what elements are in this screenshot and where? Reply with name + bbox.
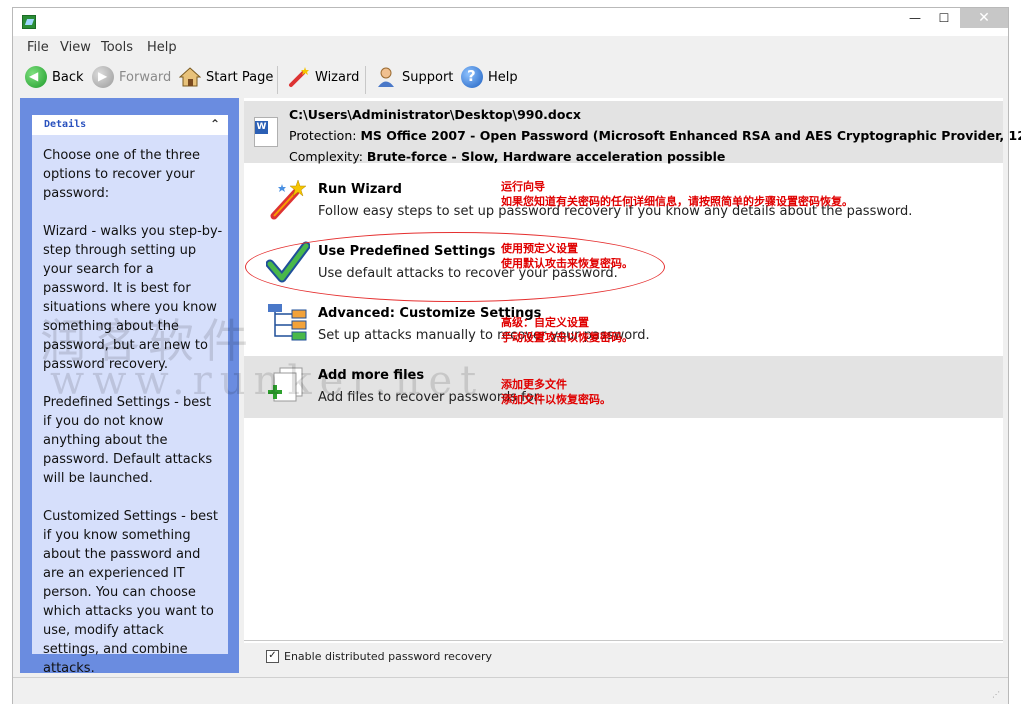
help-button[interactable]: Help [461, 63, 518, 91]
word-document-icon [254, 117, 278, 147]
help-question-icon [461, 66, 483, 88]
annotation-cn: 添加文件以恢复密码。 [501, 393, 611, 406]
complexity-line: Complexity: Brute-force - Slow, Hardware… [289, 149, 725, 164]
option-advanced-settings[interactable]: Advanced: Customize Settings Set up atta… [244, 294, 1003, 356]
menu-bar: File View Tools Help [13, 38, 1008, 58]
sidebar: Details ⌃ Choose one of the three option… [20, 98, 239, 676]
annotation-cn: 手动设置攻击以恢复密码。 [501, 331, 633, 344]
details-header[interactable]: Details ⌃ [32, 115, 228, 135]
option-title: Add more files [318, 368, 425, 383]
magic-wand-icon [288, 66, 310, 88]
distributed-recovery-label: Enable distributed password recovery [284, 650, 492, 663]
app-window: — ☐ ✕ File View Tools Help Back Forward … [12, 7, 1021, 704]
forward-button[interactable]: Forward [92, 63, 171, 91]
help-label: Help [488, 69, 518, 85]
protection-value: MS Office 2007 - Open Password (Microsof… [360, 128, 1021, 143]
wizard-button[interactable]: Wizard [288, 63, 359, 91]
protection-label: Protection: [289, 128, 361, 143]
minimize-button[interactable]: — [902, 8, 928, 28]
details-title: Details [44, 119, 87, 130]
complexity-label: Complexity: [289, 149, 367, 164]
maximize-button[interactable]: ☐ [931, 8, 957, 28]
details-panel: Details ⌃ Choose one of the three option… [32, 115, 228, 676]
menu-help[interactable]: Help [147, 40, 177, 55]
menu-tools[interactable]: Tools [101, 40, 133, 55]
file-info-panel: C:\Users\Administrator\Desktop\990.docx … [244, 101, 1021, 164]
wizard-label: Wizard [315, 69, 360, 85]
highlight-ellipse [245, 232, 665, 302]
complexity-value: Brute-force - Slow, Hardware acceleratio… [366, 149, 726, 164]
annotation-cn: 运行向导 [501, 180, 545, 193]
details-text: Choose one of the three options to recov… [43, 148, 223, 676]
magic-wand-icon [266, 178, 310, 222]
settings-list-icon [266, 302, 310, 346]
collapse-chevron-icon[interactable]: ⌃ [210, 117, 220, 131]
home-icon [178, 66, 202, 88]
back-arrow-icon [25, 66, 47, 88]
status-bar: ⋰ [13, 677, 1008, 704]
file-path: C:\Users\Administrator\Desktop\990.docx [289, 107, 581, 122]
support-person-icon [375, 66, 397, 88]
footer-divider [244, 640, 1003, 641]
menu-file[interactable]: File [27, 40, 49, 55]
forward-label: Forward [119, 69, 172, 85]
back-button[interactable]: Back [25, 63, 84, 91]
title-bar: — ☐ ✕ [13, 8, 1008, 36]
option-run-wizard[interactable]: Run Wizard Follow easy steps to set up p… [244, 170, 1003, 232]
option-title: Run Wizard [318, 182, 402, 197]
toolbar-divider [365, 66, 366, 94]
menu-view[interactable]: View [60, 40, 91, 55]
toolbar-divider [277, 66, 278, 94]
main-content: C:\Users\Administrator\Desktop\990.docx … [244, 98, 1021, 643]
annotation-cn: 高级：自定义设置 [501, 316, 589, 329]
annotation-cn: 添加更多文件 [501, 378, 567, 391]
close-button[interactable]: ✕ [960, 8, 1008, 28]
back-label: Back [52, 69, 84, 85]
protection-line: Protection: MS Office 2007 - Open Passwo… [289, 128, 1021, 143]
add-files-icon [266, 364, 310, 408]
toolbar: Back Forward Start Page Wizard [13, 60, 1008, 96]
distributed-recovery-option[interactable]: ✓ Enable distributed password recovery [266, 650, 492, 663]
forward-arrow-icon [92, 66, 114, 88]
start-page-label: Start Page [206, 69, 274, 85]
resize-grip-icon[interactable]: ⋰ [992, 690, 1002, 700]
app-logo-icon [22, 15, 36, 29]
support-button[interactable]: Support [375, 63, 453, 91]
support-label: Support [402, 69, 454, 85]
distributed-recovery-checkbox[interactable]: ✓ [266, 650, 279, 663]
annotation-cn: 如果您知道有关密码的任何详细信息，请按照简单的步骤设置密码恢复。 [501, 195, 853, 208]
option-add-files[interactable]: Add more files Add files to recover pass… [244, 356, 1003, 418]
start-page-button[interactable]: Start Page [178, 63, 274, 91]
